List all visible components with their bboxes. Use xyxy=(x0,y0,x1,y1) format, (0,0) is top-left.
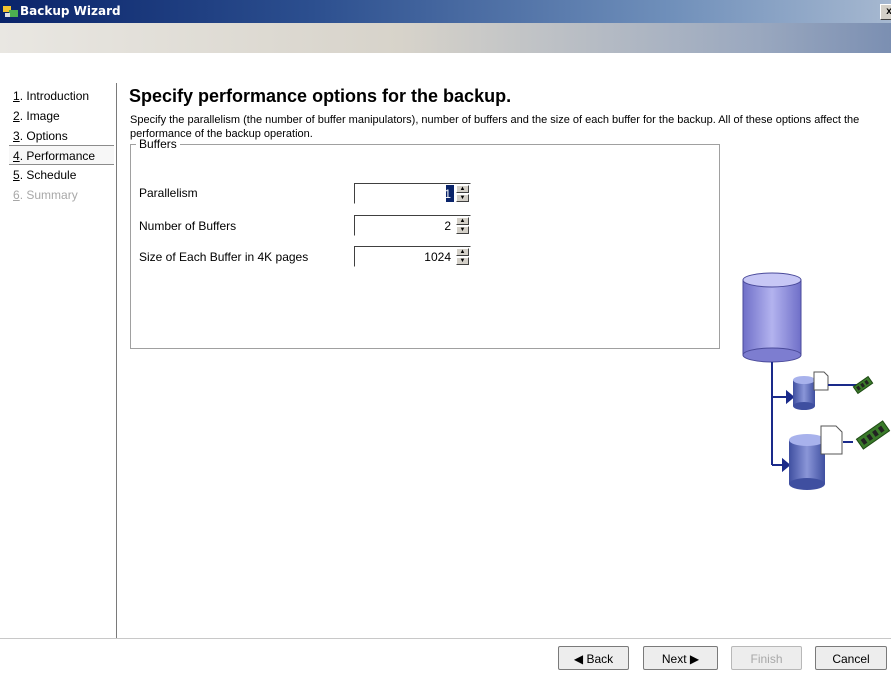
title-bar: Backup Wizard x xyxy=(0,0,891,23)
buffer-size-decrement-button[interactable]: ▼ xyxy=(456,257,469,265)
parallelism-input[interactable] xyxy=(356,185,454,202)
parallelism-decrement-button[interactable]: ▼ xyxy=(456,194,469,202)
step-label: . Options xyxy=(19,129,68,143)
page-heading: Specify performance options for the back… xyxy=(129,86,512,106)
nav-step-options[interactable]: 3. Options xyxy=(9,126,114,146)
buffer-size-label: Size of Each Buffer in 4K pages xyxy=(139,250,309,264)
finish-button: Finish xyxy=(731,646,802,670)
nav-step-summary: 6. Summary xyxy=(9,185,114,205)
small-buffer-disk-icon xyxy=(793,371,858,410)
buffer-size-increment-button[interactable]: ▲ xyxy=(456,248,469,256)
number-of-buffers-label: Number of Buffers xyxy=(139,219,237,233)
step-number: 4 xyxy=(13,149,20,163)
window-title: Backup Wizard xyxy=(20,4,121,18)
database-buffers-illustration xyxy=(742,272,891,490)
wizard-steps-nav: 1. Introduction 2. Image 3. Options 4. P… xyxy=(9,83,117,638)
next-button[interactable]: Next ▶ xyxy=(643,646,718,670)
page-description: Specify the parallelism (the number of b… xyxy=(130,114,860,140)
step-label: . Summary xyxy=(19,188,78,202)
large-memory-chip-icon xyxy=(855,420,891,450)
small-memory-chip-icon xyxy=(852,375,874,395)
database-icon xyxy=(742,272,802,363)
step-number: 1 xyxy=(13,89,20,103)
number-of-buffers-decrement-button[interactable]: ▼ xyxy=(456,226,469,234)
nav-step-schedule[interactable]: 5. Schedule xyxy=(9,165,114,185)
step-number: 3 xyxy=(13,129,20,143)
step-number: 2 xyxy=(13,109,20,123)
step-label: . Introduction xyxy=(19,89,90,103)
parallelism-increment-button[interactable]: ▲ xyxy=(456,185,469,193)
close-button[interactable]: x xyxy=(880,4,891,20)
buffer-size-input[interactable] xyxy=(356,248,454,265)
parallelism-spinner: ▲ ▼ xyxy=(354,183,471,204)
nav-step-performance[interactable]: 4. Performance xyxy=(9,145,114,165)
number-of-buffers-increment-button[interactable]: ▲ xyxy=(456,217,469,225)
number-of-buffers-input[interactable] xyxy=(356,217,454,234)
nav-step-introduction[interactable]: 1. Introduction xyxy=(9,86,114,106)
step-number: 5 xyxy=(13,168,20,182)
number-of-buffers-spinner: ▲ ▼ xyxy=(354,215,471,236)
back-button[interactable]: ◀ Back xyxy=(558,646,629,670)
buffers-group-title: Buffers xyxy=(136,137,180,151)
step-label: . Schedule xyxy=(19,168,77,182)
header-strip xyxy=(0,23,891,53)
parallelism-label: Parallelism xyxy=(139,186,198,200)
large-buffer-disk-icon xyxy=(789,425,853,490)
buffer-size-spinner: ▲ ▼ xyxy=(354,246,471,267)
backup-wizard-icon xyxy=(3,6,18,17)
cancel-button[interactable]: Cancel xyxy=(815,646,887,670)
step-number: 6 xyxy=(13,188,20,202)
step-label: . Performance xyxy=(19,149,96,163)
nav-step-image[interactable]: 2. Image xyxy=(9,106,114,126)
step-label: . Image xyxy=(19,109,60,123)
